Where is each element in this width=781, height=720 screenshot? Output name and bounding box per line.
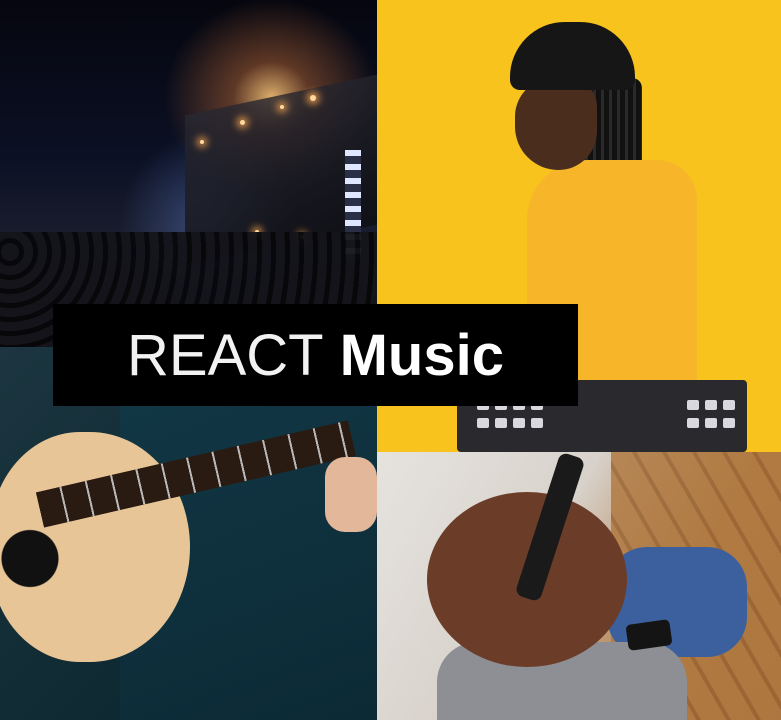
pad	[513, 418, 525, 428]
spark	[200, 140, 204, 144]
hand	[325, 457, 377, 532]
pad	[705, 400, 717, 410]
spark	[240, 120, 245, 125]
pad	[531, 418, 543, 428]
face	[515, 78, 597, 170]
pad	[705, 418, 717, 428]
headphone-listener-photo	[377, 452, 781, 720]
beanie-hat	[510, 22, 635, 90]
spark	[310, 95, 316, 101]
title-light-word: REACT	[127, 322, 324, 388]
pad	[477, 418, 489, 428]
pad	[687, 418, 699, 428]
concert-photo	[0, 0, 377, 347]
pad	[723, 400, 735, 410]
pad	[723, 418, 735, 428]
spark	[280, 105, 284, 109]
app-title: REACT Music	[127, 322, 504, 389]
title-banner: REACT Music	[53, 304, 578, 406]
title-bold-word: Music	[339, 322, 504, 388]
pad	[495, 418, 507, 428]
pad	[687, 400, 699, 410]
